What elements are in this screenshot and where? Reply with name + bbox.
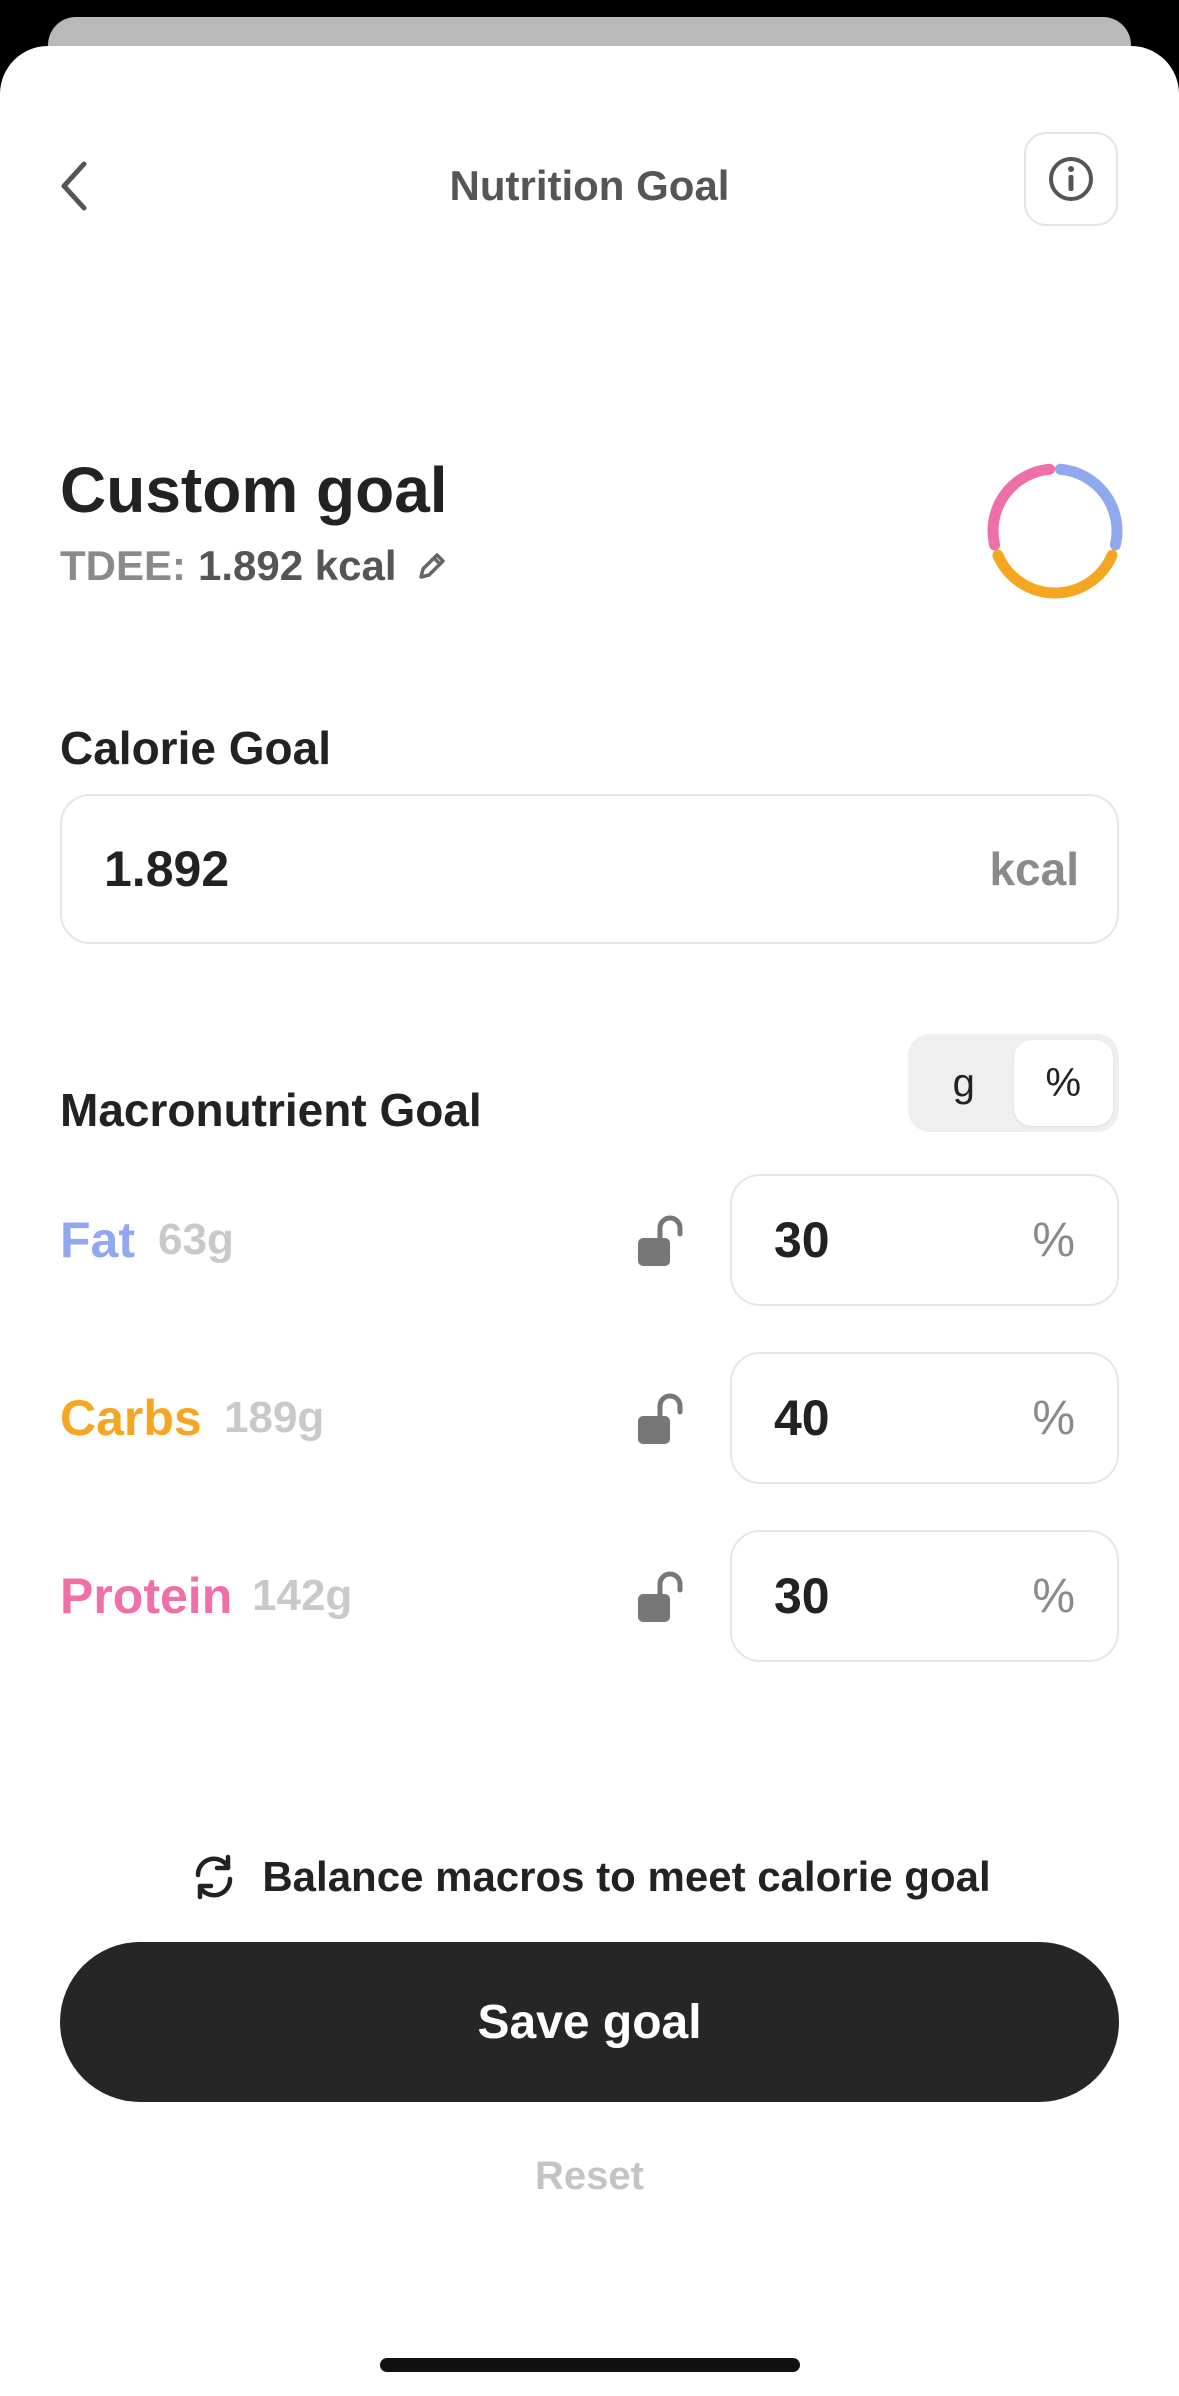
save-goal-button[interactable]: Save goal [60, 1942, 1119, 2102]
unit-toggle: g % [908, 1034, 1119, 1132]
page-title: Nutrition Goal [449, 162, 730, 209]
macro-row-protein: Protein 142g 30 % [60, 1530, 1119, 1662]
refresh-icon [196, 1854, 233, 1900]
calorie-unit: kcal [989, 843, 1079, 895]
macro-name-carbs: Carbs [60, 1390, 202, 1446]
macro-name-fat: Fat [60, 1212, 135, 1268]
macro-value-fat: 30 [774, 1212, 830, 1268]
reset-button[interactable]: Reset [0, 2146, 1179, 2206]
ring-protein-segment [987, 463, 1056, 551]
macro-row-carbs: Carbs 189g 40 % [60, 1352, 1119, 1484]
calorie-goal-label: Calorie Goal [60, 722, 331, 774]
macro-name-protein: Protein [60, 1568, 233, 1624]
tdee-label: TDEE: [60, 542, 186, 589]
macro-grams-fat: 63g [158, 1215, 234, 1264]
tdee-row[interactable]: TDEE: 1.892 kcal [60, 538, 449, 594]
macro-value-protein: 30 [774, 1568, 830, 1624]
home-indicator [380, 2358, 800, 2372]
macro-row-fat: Fat 63g 30 % [60, 1174, 1119, 1306]
pencil-icon[interactable] [415, 549, 449, 583]
unit-toggle-grams[interactable]: g [914, 1040, 1014, 1126]
unlocked-padlock-icon[interactable] [634, 1214, 690, 1270]
macro-unit-protein: % [1032, 1569, 1075, 1623]
macro-grams-protein: 142g [252, 1571, 353, 1620]
tdee-value: 1.892 kcal [198, 542, 397, 589]
macro-input-protein[interactable]: 30 % [730, 1530, 1119, 1662]
macro-input-fat[interactable]: 30 % [730, 1174, 1119, 1306]
macronutrient-goal-label: Macronutrient Goal [60, 1084, 482, 1136]
info-button[interactable] [1024, 132, 1118, 226]
macro-grams-carbs: 189g [224, 1393, 325, 1442]
calorie-goal-input[interactable]: 1.892 kcal [60, 794, 1119, 944]
unlocked-padlock-icon[interactable] [634, 1570, 690, 1626]
macro-unit-carbs: % [1032, 1391, 1075, 1445]
balance-macros-button[interactable]: Balance macros to meet calorie goal [0, 1842, 1179, 1912]
macro-ring-chart [987, 463, 1123, 599]
macro-unit-fat: % [1032, 1213, 1075, 1267]
macro-input-carbs[interactable]: 40 % [730, 1352, 1119, 1484]
ring-fat-segment [1054, 463, 1123, 551]
ring-carbs-segment [992, 549, 1118, 599]
calorie-goal-value: 1.892 [104, 841, 230, 897]
balance-macros-label: Balance macros to meet calorie goal [262, 1853, 991, 1900]
info-icon [1049, 157, 1093, 201]
unlocked-padlock-icon[interactable] [634, 1392, 690, 1448]
goal-title: Custom goal [60, 454, 448, 526]
macro-value-carbs: 40 [774, 1390, 830, 1446]
nutrition-goal-sheet: Nutrition Goal Custom goal TDEE: 1.892 k… [0, 46, 1179, 2396]
unit-toggle-percent[interactable]: % [1013, 1040, 1113, 1126]
